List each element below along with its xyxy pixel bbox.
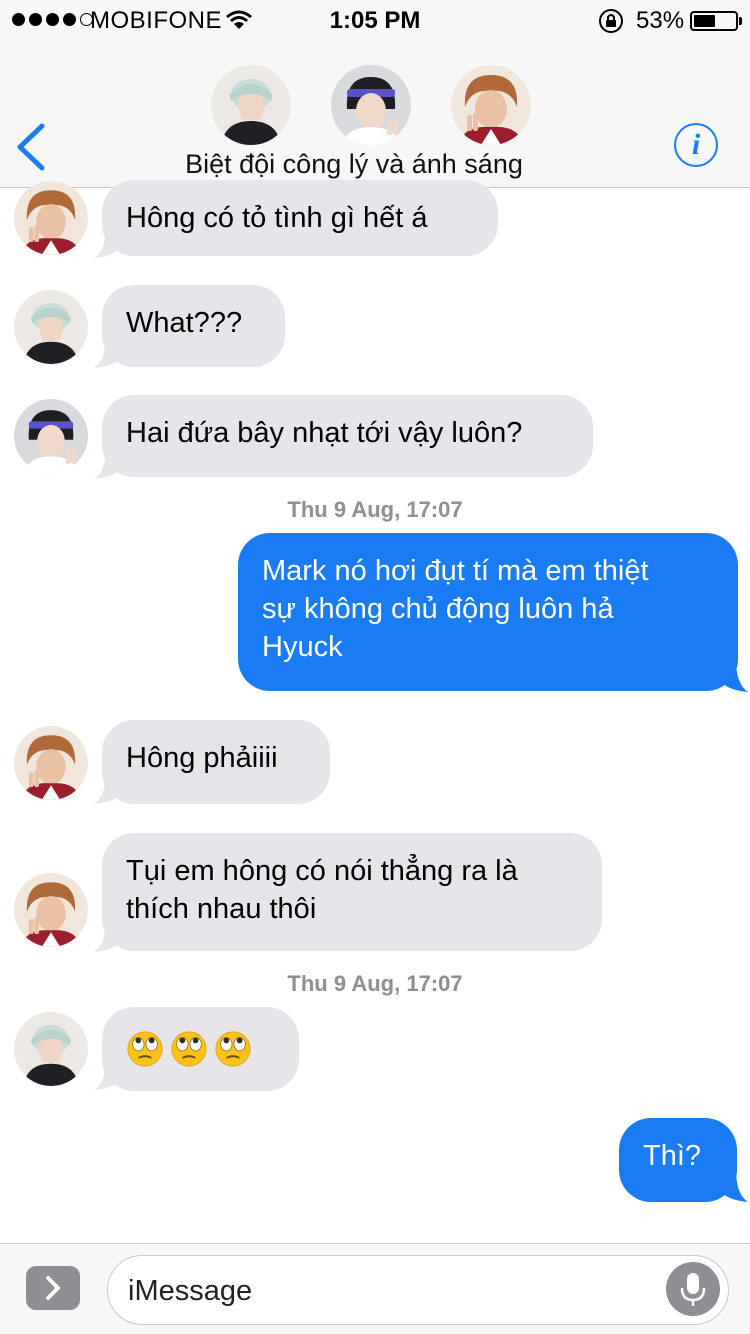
- outgoing-message-bubble[interactable]: Thì?: [619, 1118, 737, 1202]
- incoming-message-bubble[interactable]: What???: [102, 285, 285, 367]
- info-icon[interactable]: i: [674, 123, 718, 167]
- avatar[interactable]: [14, 290, 88, 364]
- message-line: thích nhau thôi: [126, 893, 317, 925]
- battery-percent: 53%: [636, 7, 685, 34]
- face-with-rolling-eyes-icon: [214, 1030, 252, 1068]
- message-input[interactable]: iMessage: [107, 1255, 729, 1325]
- chevron-right-icon[interactable]: [26, 1266, 80, 1310]
- avatar-member-1[interactable]: [211, 65, 291, 145]
- message-input-placeholder: iMessage: [128, 1275, 253, 1307]
- avatar-member-3[interactable]: [451, 65, 531, 145]
- conversation-header: Biệt đội công lý và ánh sáng i: [0, 40, 750, 188]
- rotation-lock-icon: [599, 9, 623, 33]
- avatar-member-2[interactable]: [331, 65, 411, 145]
- message-timestamp: Thu 9 Aug, 17:07: [287, 971, 463, 996]
- avatar[interactable]: [14, 1012, 88, 1086]
- incoming-message-bubble[interactable]: Hông có tỏ tình gì hết á: [102, 180, 498, 256]
- avatar[interactable]: [14, 181, 88, 255]
- status-bar: MOBIFONE 1:05 PM 53%: [0, 0, 750, 40]
- incoming-message-bubble[interactable]: Hai đứa bây nhạt tới vậy luôn?: [102, 395, 593, 477]
- message-line: Tụi em hông có nói thẳng ra là: [126, 855, 518, 887]
- battery-icon: [690, 11, 738, 31]
- avatar[interactable]: [14, 399, 88, 473]
- group-title[interactable]: Biệt đội công lý và ánh sáng: [0, 149, 708, 180]
- message-timestamp: Thu 9 Aug, 17:07: [287, 497, 463, 522]
- incoming-message-bubble[interactable]: Hông phảiiii: [102, 720, 330, 804]
- face-with-rolling-eyes-icon: [170, 1030, 208, 1068]
- face-with-rolling-eyes-icon: [126, 1030, 164, 1068]
- incoming-message-bubble[interactable]: [102, 1007, 299, 1091]
- message-line: sự không chủ động luôn hả: [262, 593, 614, 625]
- composer-bar: iMessage: [0, 1243, 750, 1334]
- incoming-message-bubble[interactable]: Tụi em hông có nói thẳng ra là thích nha…: [102, 833, 602, 951]
- message-line: Hyuck: [262, 631, 343, 663]
- avatar[interactable]: [14, 873, 88, 947]
- microphone-icon[interactable]: [666, 1262, 720, 1316]
- avatar[interactable]: [14, 726, 88, 800]
- message-line: Mark nó hơi đụt tí mà em thiệt: [262, 555, 649, 587]
- outgoing-message-bubble[interactable]: Mark nó hơi đụt tí mà em thiệt sự không …: [238, 533, 738, 691]
